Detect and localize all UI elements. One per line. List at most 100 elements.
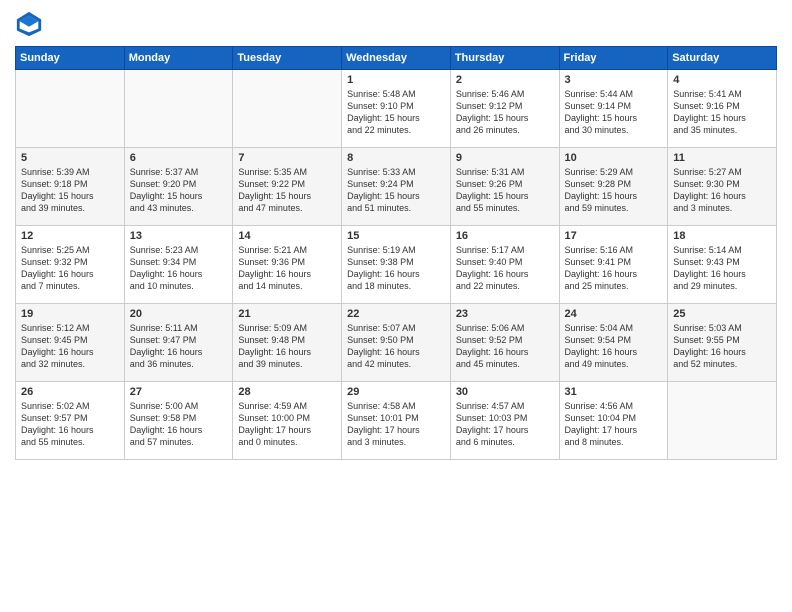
- calendar-cell: 18 Sunrise: 5:14 AM Sunset: 9:43 PM Dayli…: [668, 226, 777, 304]
- day-number: 10: [565, 152, 663, 164]
- calendar-cell: 16 Sunrise: 5:17 AM Sunset: 9:40 PM Dayli…: [450, 226, 559, 304]
- logo: [15, 10, 47, 38]
- day-number: 29: [347, 386, 445, 398]
- day-number: 20: [130, 308, 228, 320]
- calendar-cell: 25Sunrise: 5:03 AM Sunset: 9:55 PM Dayli…: [668, 304, 777, 382]
- calendar-cell: 2 Sunrise: 5:46 AM Sunset: 9:12 PM Daylig…: [450, 70, 559, 148]
- day-info: Sunrise: 5:04 AM Sunset: 9:54 PM Dayligh…: [565, 322, 663, 371]
- day-number: 5: [21, 152, 119, 164]
- calendar-cell: 6Sunrise: 5:37 AM Sunset: 9:20 PM Daylig…: [124, 148, 233, 226]
- calendar: SundayMondayTuesdayWednesdayThursdayFrid…: [15, 46, 777, 460]
- day-number: 6: [130, 152, 228, 164]
- day-number: 17: [565, 230, 663, 242]
- calendar-cell: 4 Sunrise: 5:41 AM Sunset: 9:16 PM Daylig…: [668, 70, 777, 148]
- calendar-header-row: SundayMondayTuesdayWednesdayThursdayFrid…: [16, 47, 777, 70]
- weekday-header: Tuesday: [233, 47, 342, 70]
- calendar-cell: 27 Sunrise: 5:00 AM Sunset: 9:58 PM Dayli…: [124, 382, 233, 460]
- calendar-cell: 1Sunrise: 5:48 AM Sunset: 9:10 PM Daylig…: [342, 70, 451, 148]
- day-info: Sunrise: 5:00 AM Sunset: 9:58 PM Dayligh…: [130, 400, 228, 449]
- calendar-week-row: 19 Sunrise: 5:12 AM Sunset: 9:45 PM Dayli…: [16, 304, 777, 382]
- calendar-cell: 30 Sunrise: 4:57 AM Sunset: 10:03 PM Dayl…: [450, 382, 559, 460]
- day-info: Sunrise: 4:57 AM Sunset: 10:03 PM Daylig…: [456, 400, 554, 449]
- weekday-header: Friday: [559, 47, 668, 70]
- day-number: 7: [238, 152, 336, 164]
- day-info: Sunrise: 5:35 AM Sunset: 9:22 PM Dayligh…: [238, 166, 336, 215]
- calendar-cell: 17 Sunrise: 5:16 AM Sunset: 9:41 PM Dayli…: [559, 226, 668, 304]
- calendar-cell: 13Sunrise: 5:23 AM Sunset: 9:34 PM Dayli…: [124, 226, 233, 304]
- day-info: Sunrise: 5:12 AM Sunset: 9:45 PM Dayligh…: [21, 322, 119, 371]
- day-info: Sunrise: 5:41 AM Sunset: 9:16 PM Dayligh…: [673, 88, 771, 137]
- calendar-cell: [233, 70, 342, 148]
- calendar-cell: 28Sunrise: 4:59 AM Sunset: 10:00 PM Dayl…: [233, 382, 342, 460]
- day-info: Sunrise: 5:29 AM Sunset: 9:28 PM Dayligh…: [565, 166, 663, 215]
- weekday-header: Saturday: [668, 47, 777, 70]
- calendar-cell: 14 Sunrise: 5:21 AM Sunset: 9:36 PM Dayli…: [233, 226, 342, 304]
- day-info: Sunrise: 4:58 AM Sunset: 10:01 PM Daylig…: [347, 400, 445, 449]
- calendar-cell: 9 Sunrise: 5:31 AM Sunset: 9:26 PM Daylig…: [450, 148, 559, 226]
- logo-icon: [15, 10, 43, 38]
- day-number: 23: [456, 308, 554, 320]
- day-number: 2: [456, 74, 554, 86]
- day-number: 26: [21, 386, 119, 398]
- day-number: 11: [673, 152, 771, 164]
- day-info: Sunrise: 5:27 AM Sunset: 9:30 PM Dayligh…: [673, 166, 771, 215]
- calendar-week-row: 12 Sunrise: 5:25 AM Sunset: 9:32 PM Dayli…: [16, 226, 777, 304]
- calendar-cell: 15 Sunrise: 5:19 AM Sunset: 9:38 PM Dayli…: [342, 226, 451, 304]
- day-info: Sunrise: 5:33 AM Sunset: 9:24 PM Dayligh…: [347, 166, 445, 215]
- calendar-cell: 29 Sunrise: 4:58 AM Sunset: 10:01 PM Dayl…: [342, 382, 451, 460]
- calendar-week-row: 1Sunrise: 5:48 AM Sunset: 9:10 PM Daylig…: [16, 70, 777, 148]
- day-info: Sunrise: 5:09 AM Sunset: 9:48 PM Dayligh…: [238, 322, 336, 371]
- calendar-body: 1Sunrise: 5:48 AM Sunset: 9:10 PM Daylig…: [16, 70, 777, 460]
- calendar-cell: 19 Sunrise: 5:12 AM Sunset: 9:45 PM Dayli…: [16, 304, 125, 382]
- day-number: 8: [347, 152, 445, 164]
- day-info: Sunrise: 5:19 AM Sunset: 9:38 PM Dayligh…: [347, 244, 445, 293]
- calendar-cell: 22Sunrise: 5:07 AM Sunset: 9:50 PM Dayli…: [342, 304, 451, 382]
- day-number: 25: [673, 308, 771, 320]
- day-number: 14: [238, 230, 336, 242]
- day-info: Sunrise: 4:56 AM Sunset: 10:04 PM Daylig…: [565, 400, 663, 449]
- calendar-cell: 5 Sunrise: 5:39 AM Sunset: 9:18 PM Daylig…: [16, 148, 125, 226]
- day-number: 30: [456, 386, 554, 398]
- calendar-cell: 20 Sunrise: 5:11 AM Sunset: 9:47 PM Dayli…: [124, 304, 233, 382]
- calendar-cell: 11 Sunrise: 5:27 AM Sunset: 9:30 PM Dayli…: [668, 148, 777, 226]
- day-info: Sunrise: 5:17 AM Sunset: 9:40 PM Dayligh…: [456, 244, 554, 293]
- day-info: Sunrise: 5:07 AM Sunset: 9:50 PM Dayligh…: [347, 322, 445, 371]
- calendar-cell: 26 Sunrise: 5:02 AM Sunset: 9:57 PM Dayli…: [16, 382, 125, 460]
- day-number: 16: [456, 230, 554, 242]
- header: [15, 10, 777, 38]
- calendar-cell: [124, 70, 233, 148]
- day-info: Sunrise: 5:46 AM Sunset: 9:12 PM Dayligh…: [456, 88, 554, 137]
- calendar-week-row: 26 Sunrise: 5:02 AM Sunset: 9:57 PM Dayli…: [16, 382, 777, 460]
- calendar-cell: [16, 70, 125, 148]
- day-number: 31: [565, 386, 663, 398]
- day-info: Sunrise: 5:16 AM Sunset: 9:41 PM Dayligh…: [565, 244, 663, 293]
- day-number: 19: [21, 308, 119, 320]
- weekday-header: Monday: [124, 47, 233, 70]
- weekday-header: Thursday: [450, 47, 559, 70]
- page: SundayMondayTuesdayWednesdayThursdayFrid…: [0, 0, 792, 612]
- calendar-cell: 23Sunrise: 5:06 AM Sunset: 9:52 PM Dayli…: [450, 304, 559, 382]
- calendar-cell: 3Sunrise: 5:44 AM Sunset: 9:14 PM Daylig…: [559, 70, 668, 148]
- day-number: 18: [673, 230, 771, 242]
- calendar-cell: 24 Sunrise: 5:04 AM Sunset: 9:54 PM Dayli…: [559, 304, 668, 382]
- day-number: 4: [673, 74, 771, 86]
- day-info: Sunrise: 5:21 AM Sunset: 9:36 PM Dayligh…: [238, 244, 336, 293]
- day-number: 15: [347, 230, 445, 242]
- calendar-week-row: 5 Sunrise: 5:39 AM Sunset: 9:18 PM Daylig…: [16, 148, 777, 226]
- day-info: Sunrise: 5:25 AM Sunset: 9:32 PM Dayligh…: [21, 244, 119, 293]
- day-number: 1: [347, 74, 445, 86]
- day-info: Sunrise: 5:39 AM Sunset: 9:18 PM Dayligh…: [21, 166, 119, 215]
- weekday-header: Sunday: [16, 47, 125, 70]
- day-number: 27: [130, 386, 228, 398]
- day-number: 24: [565, 308, 663, 320]
- day-number: 21: [238, 308, 336, 320]
- day-info: Sunrise: 5:11 AM Sunset: 9:47 PM Dayligh…: [130, 322, 228, 371]
- calendar-cell: 12 Sunrise: 5:25 AM Sunset: 9:32 PM Dayli…: [16, 226, 125, 304]
- day-info: Sunrise: 4:59 AM Sunset: 10:00 PM Daylig…: [238, 400, 336, 449]
- day-info: Sunrise: 5:02 AM Sunset: 9:57 PM Dayligh…: [21, 400, 119, 449]
- day-info: Sunrise: 5:31 AM Sunset: 9:26 PM Dayligh…: [456, 166, 554, 215]
- calendar-cell: 10 Sunrise: 5:29 AM Sunset: 9:28 PM Dayli…: [559, 148, 668, 226]
- day-number: 12: [21, 230, 119, 242]
- day-number: 9: [456, 152, 554, 164]
- day-info: Sunrise: 5:14 AM Sunset: 9:43 PM Dayligh…: [673, 244, 771, 293]
